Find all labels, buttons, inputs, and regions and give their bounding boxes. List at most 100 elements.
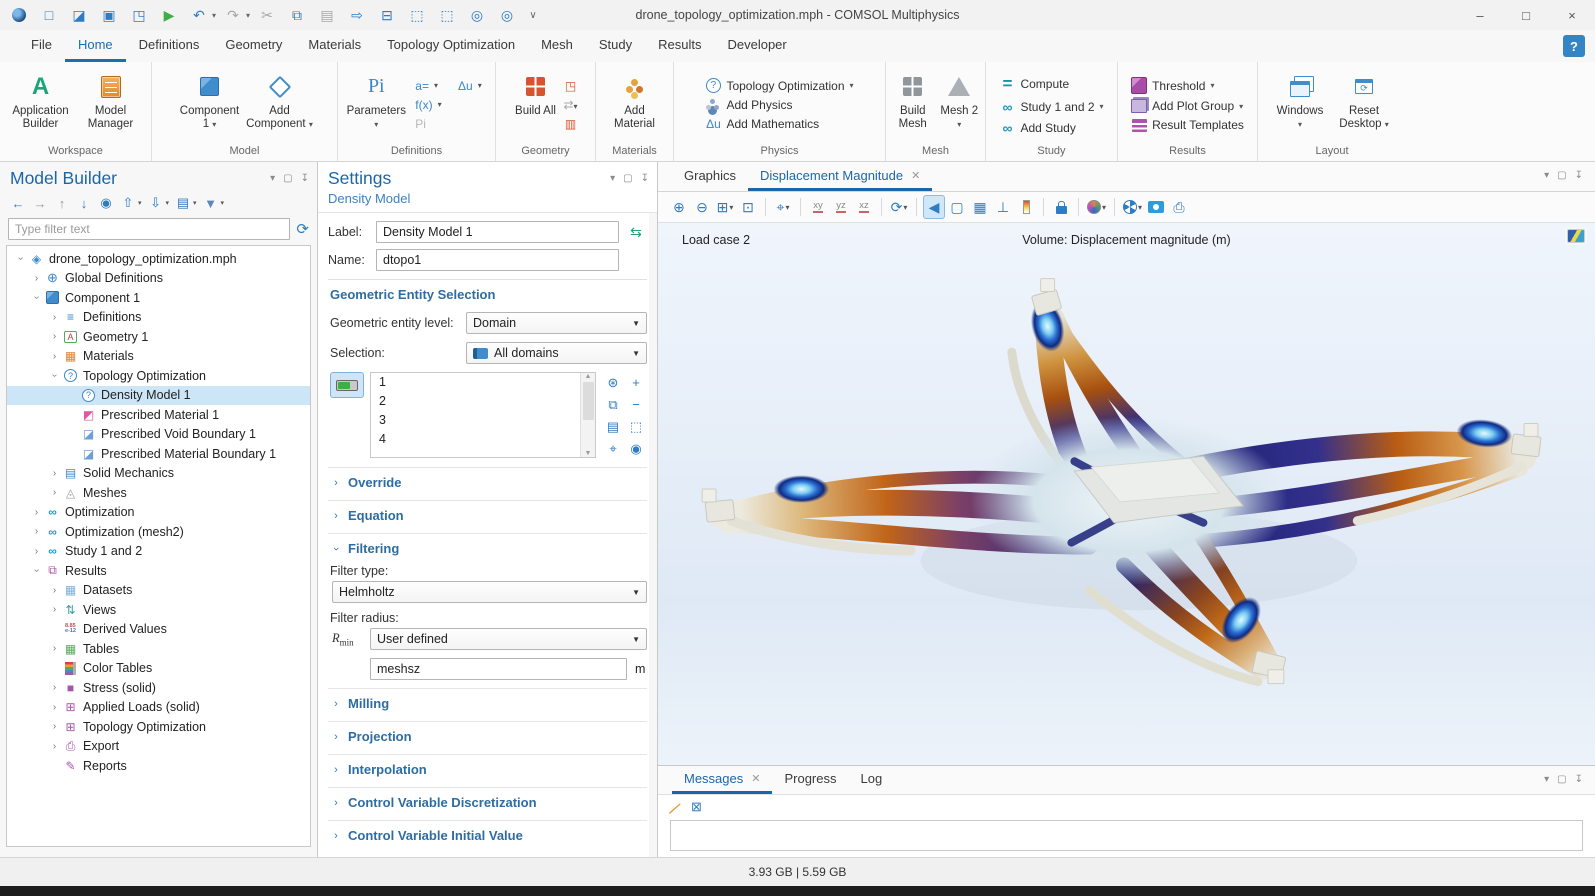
- menu-geometry[interactable]: Geometry: [212, 30, 295, 62]
- entity-level-select[interactable]: Domain ▼: [466, 312, 647, 334]
- topology-optimization-interface-button[interactable]: ? Topology Optimization▾: [699, 76, 859, 95]
- lock-icon[interactable]: [1050, 195, 1072, 219]
- scroll-thumb[interactable]: [583, 382, 594, 420]
- panel-menu-icon[interactable]: ▾: [1544, 774, 1549, 785]
- show-icon[interactable]: ◉: [96, 193, 116, 213]
- menu-file[interactable]: File: [18, 30, 65, 62]
- snapshot-icon[interactable]: [1145, 195, 1167, 219]
- redo-icon[interactable]: ↷: [220, 3, 246, 27]
- functions-button[interactable]: f(x)▾: [409, 96, 487, 114]
- node-grouping-icon[interactable]: ▤: [173, 193, 193, 213]
- chevron-down-icon[interactable]: ▾: [166, 199, 170, 207]
- tab-progress[interactable]: Progress: [772, 766, 848, 794]
- chevron-icon[interactable]: ›: [31, 563, 42, 578]
- graphics-canvas[interactable]: Load case 2 Volume: Displacement magnitu…: [658, 223, 1595, 765]
- help-button[interactable]: ?: [1563, 35, 1585, 57]
- tree-item-prescribed-material-1[interactable]: ◩Prescribed Material 1: [7, 405, 310, 425]
- zoom-out-icon[interactable]: ⊖: [691, 195, 713, 219]
- remove-from-selection-icon[interactable]: −: [625, 394, 647, 415]
- update-geometry-icon[interactable]: ⇄▾: [562, 98, 580, 112]
- color-legend-icon[interactable]: [1015, 195, 1037, 219]
- build-all-button[interactable]: Build All: [512, 70, 560, 140]
- paste-icon[interactable]: ▤: [314, 3, 340, 27]
- nonlocal-couplings-button[interactable]: Δu▾: [452, 77, 488, 95]
- panel-menu-icon[interactable]: ▾: [1544, 170, 1549, 181]
- customize-toolbar-icon[interactable]: ∨: [524, 3, 542, 27]
- chevron-down-icon[interactable]: ›: [330, 543, 342, 555]
- section-interpolation[interactable]: Interpolation: [348, 762, 427, 777]
- tree-item-density-model-1[interactable]: ?Density Model 1: [7, 386, 310, 406]
- chevron-icon[interactable]: ›: [29, 526, 44, 537]
- section-filtering[interactable]: Filtering: [348, 541, 399, 556]
- domain-list[interactable]: 1 2 3 4 ▲▼: [370, 372, 596, 458]
- tree-item-export[interactable]: ›⎙Export: [7, 737, 310, 757]
- close-button[interactable]: ×: [1549, 0, 1595, 30]
- tree-item-topology-optimization[interactable]: ›?Topology Optimization: [7, 366, 310, 386]
- menu-home[interactable]: Home: [65, 30, 126, 62]
- clear-selection-icon[interactable]: ⬚: [434, 3, 460, 27]
- scroll-up-icon[interactable]: ▲: [585, 373, 592, 380]
- panel-menu-icon[interactable]: ▾: [270, 173, 275, 184]
- chevron-icon[interactable]: ›: [47, 702, 62, 713]
- save-preview-icon[interactable]: ◳: [126, 3, 152, 27]
- chevron-right-icon[interactable]: ›: [330, 477, 342, 489]
- undo-icon[interactable]: ↶: [186, 3, 212, 27]
- tree-item-prescribed-void-boundary-1[interactable]: ◪Prescribed Void Boundary 1: [7, 425, 310, 445]
- section-control-variable-initial-value[interactable]: Control Variable Initial Value: [348, 828, 523, 843]
- chevron-icon[interactable]: ›: [47, 331, 62, 342]
- tree-item-applied-loads-solid[interactable]: ›⊞Applied Loads (solid): [7, 698, 310, 718]
- show-axes-icon[interactable]: ⊥: [992, 195, 1014, 219]
- tree-item-solid-mechanics[interactable]: ›▤Solid Mechanics: [7, 464, 310, 484]
- add-physics-button[interactable]: Add Physics: [699, 96, 798, 114]
- section-equation[interactable]: Equation: [348, 508, 404, 523]
- domain-item[interactable]: 1: [379, 375, 580, 394]
- domain-item[interactable]: 2: [379, 394, 580, 413]
- create-selection-icon[interactable]: ⊛: [602, 372, 624, 393]
- close-icon[interactable]: ✕: [751, 772, 760, 785]
- chevron-icon[interactable]: ›: [29, 507, 44, 518]
- tree-item-views[interactable]: ›⇅Views: [7, 600, 310, 620]
- scroll-down-icon[interactable]: ▼: [585, 450, 592, 457]
- add-mathematics-button[interactable]: Δu Add Mathematics: [699, 115, 825, 133]
- add-to-selection-icon[interactable]: +: [625, 372, 647, 393]
- tab-messages[interactable]: Messages ✕: [672, 766, 772, 794]
- section-control-variable-discretization[interactable]: Control Variable Discretization: [348, 795, 537, 810]
- parameter-case-button[interactable]: Pi: [409, 115, 487, 133]
- panel-menu-icon[interactable]: ▾: [610, 173, 615, 184]
- zoom-extents-icon[interactable]: ⊡: [737, 195, 759, 219]
- zoom-box-icon[interactable]: ⊞▾: [714, 195, 736, 219]
- windows-button[interactable]: Windows▾: [1269, 70, 1331, 140]
- menu-mesh[interactable]: Mesh: [528, 30, 586, 62]
- model-manager-button[interactable]: Model Manager: [77, 70, 145, 140]
- menu-topology-optimization[interactable]: Topology Optimization: [374, 30, 528, 62]
- panel-float-icon[interactable]: ▢: [1557, 774, 1566, 785]
- panel-pin-icon[interactable]: ↧: [641, 173, 649, 184]
- maximize-button[interactable]: □: [1503, 0, 1549, 30]
- print-icon[interactable]: ⎙: [1168, 195, 1190, 219]
- tree-item-geometry-1[interactable]: ›AGeometry 1: [7, 327, 310, 347]
- mesh-2-button[interactable]: Mesh 2 ▾: [937, 70, 981, 140]
- show-selection-icon[interactable]: ◉: [625, 438, 647, 459]
- add-material-button[interactable]: Add Material: [605, 70, 665, 140]
- panel-float-icon[interactable]: ▢: [1557, 170, 1566, 181]
- move-up-icon[interactable]: ↑: [52, 193, 72, 213]
- build-mesh-button[interactable]: Build Mesh: [890, 70, 935, 140]
- go-to-view-icon[interactable]: ⌖▾: [772, 195, 794, 219]
- panel-pin-icon[interactable]: ↧: [1575, 170, 1583, 181]
- rotate-view-icon[interactable]: ⟳▾: [888, 195, 910, 219]
- tree-item-topology-optimization-results[interactable]: ›⊞Topology Optimization: [7, 717, 310, 737]
- orthographic-projection-icon[interactable]: ◀: [923, 195, 945, 219]
- reset-desktop-button[interactable]: ⟳ Reset Desktop ▾: [1333, 70, 1395, 140]
- add-component-button[interactable]: Add Component ▾: [246, 70, 314, 140]
- import-geometry-icon[interactable]: ◳: [562, 79, 580, 93]
- tab-graphics[interactable]: Graphics: [672, 162, 748, 191]
- go-back-icon[interactable]: ←: [8, 193, 28, 213]
- collapse-all-icon[interactable]: ⇩: [146, 193, 166, 213]
- component-1-button[interactable]: Component 1 ▾: [176, 70, 244, 140]
- menu-results[interactable]: Results: [645, 30, 714, 62]
- settings-scrollbar[interactable]: [649, 213, 657, 857]
- tree-item-prescribed-material-boundary-1[interactable]: ◪Prescribed Material Boundary 1: [7, 444, 310, 464]
- tree-item-global-definitions[interactable]: ›⊕Global Definitions: [7, 269, 310, 289]
- tree-item-color-tables[interactable]: Color Tables: [7, 659, 310, 679]
- menu-developer[interactable]: Developer: [714, 30, 799, 62]
